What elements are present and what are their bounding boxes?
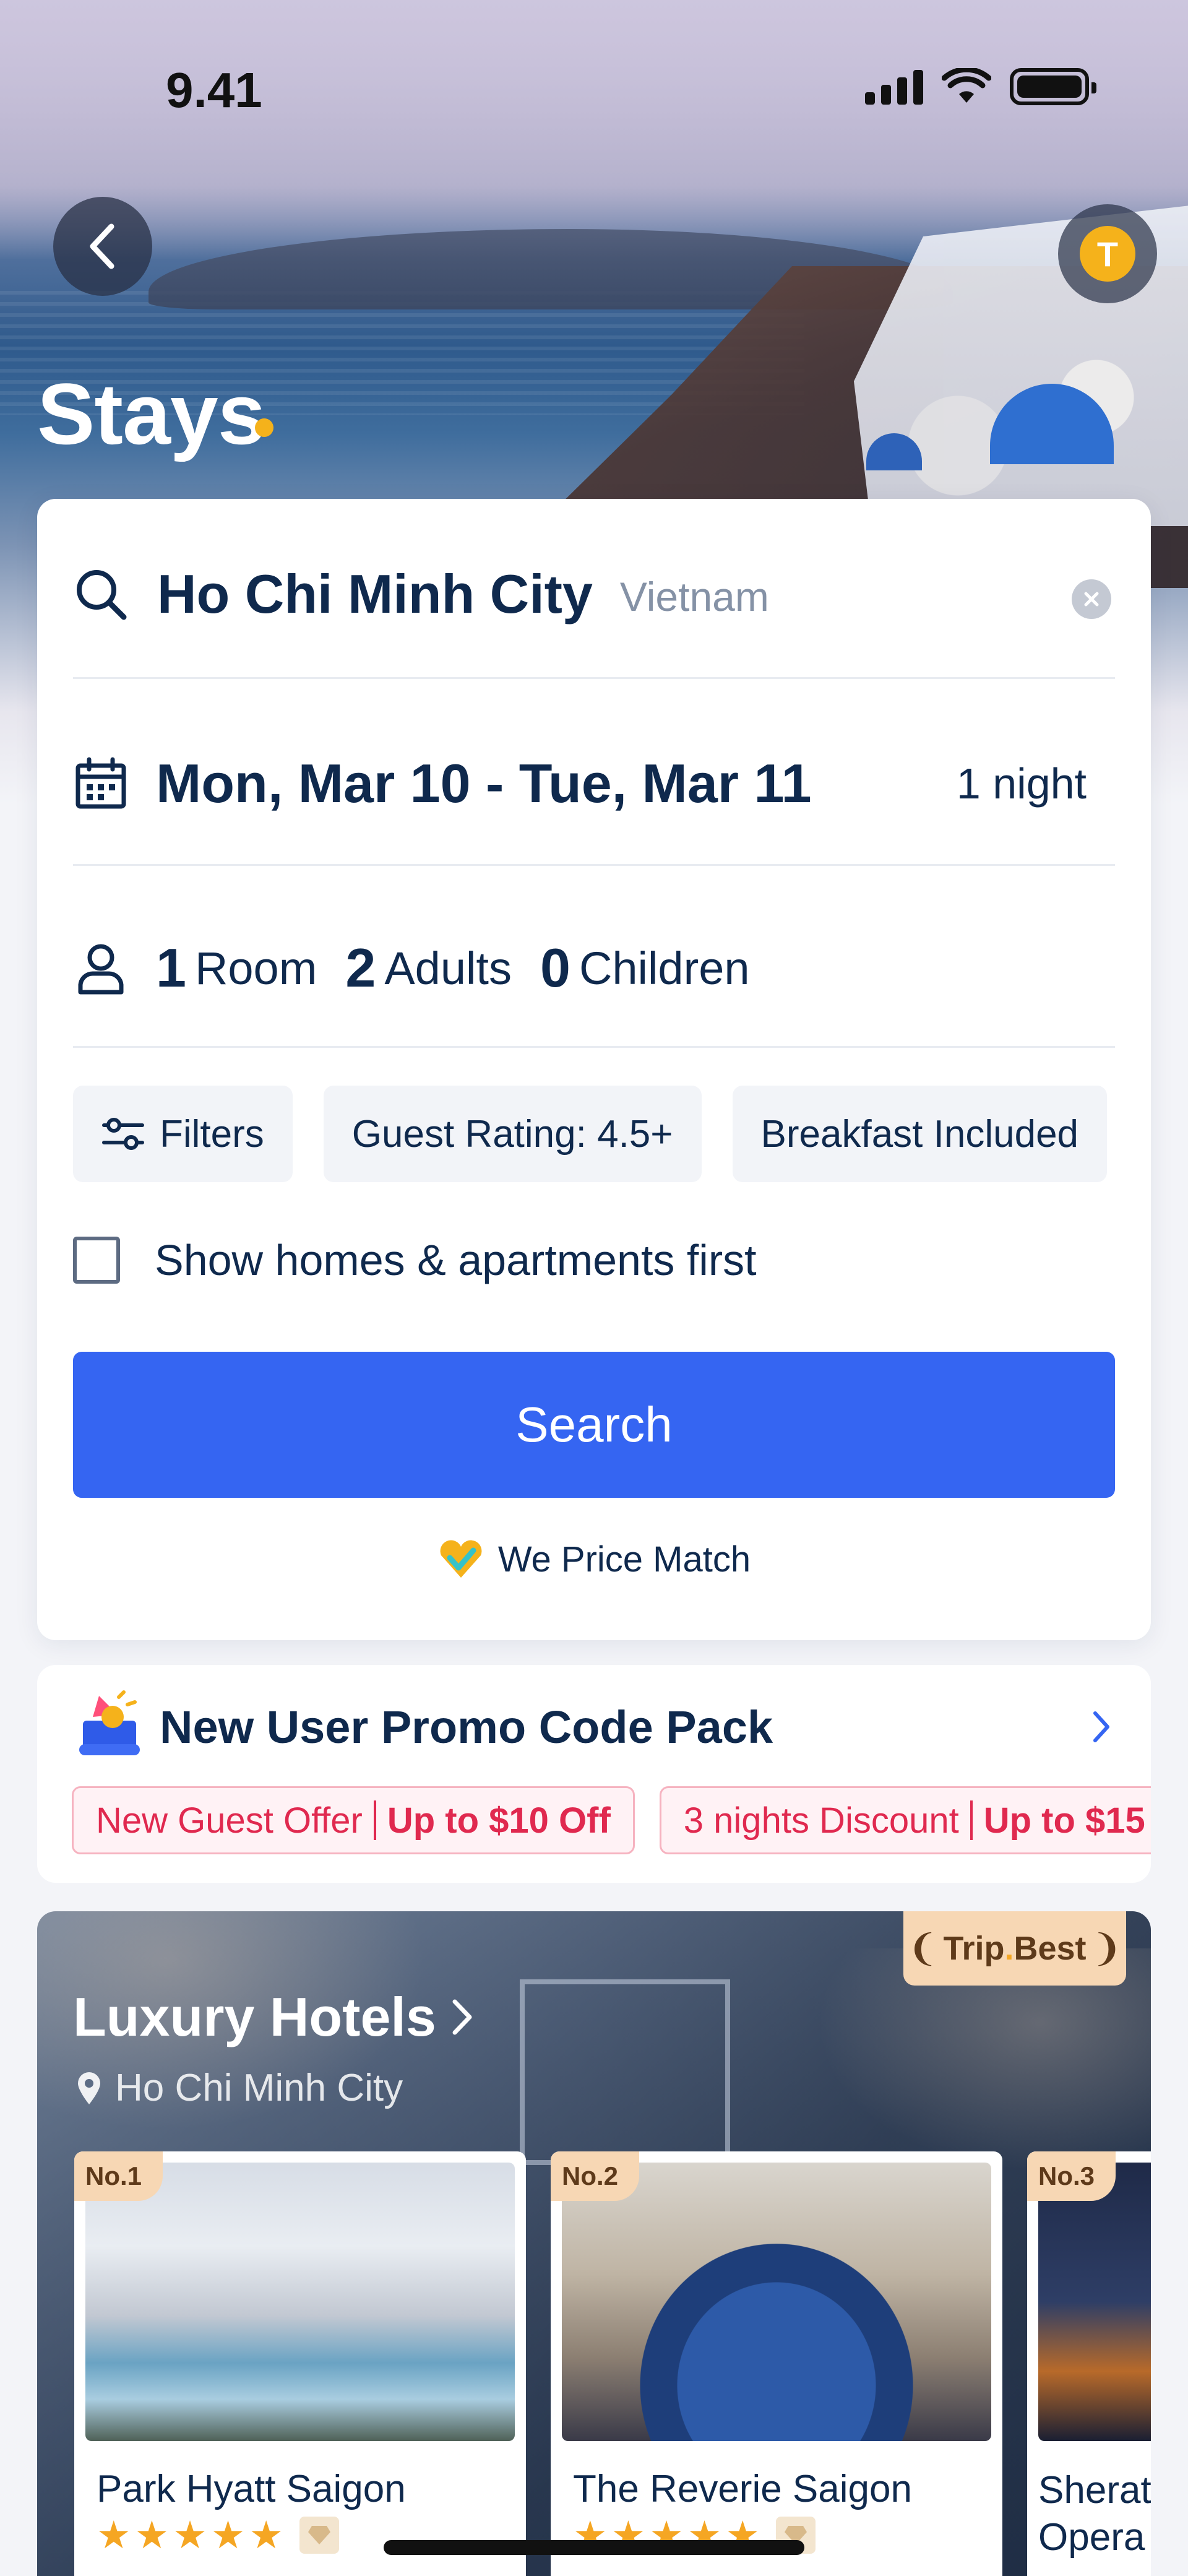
- chip-label: Guest Rating: 4.5+: [351, 1112, 673, 1156]
- hotel-name: The Reverie Saigon: [573, 2468, 912, 2510]
- date-range: Mon, Mar 10 - Tue, Mar 11: [156, 753, 812, 814]
- price-match-label: We Price Match: [497, 1539, 751, 1580]
- status-icons: [865, 68, 1096, 105]
- destination-country: Vietnam: [619, 574, 769, 620]
- laurel-icon: ❩: [1091, 1927, 1122, 1969]
- nights-count: 1 night: [956, 759, 1087, 808]
- luxury-hotels-section: ❨ Trip . Best ❩ Luxury Hotels Ho Chi Min…: [37, 1911, 1151, 2576]
- star-icon: ★: [249, 2514, 283, 2557]
- homes-first-toggle[interactable]: Show homes & apartments first: [73, 1229, 1115, 1291]
- coupon-new-guest[interactable]: New Guest Offer Up to $10 Off: [72, 1786, 635, 1854]
- avatar: T: [1080, 226, 1135, 282]
- filter-chips: Filters Guest Rating: 4.5+ Breakfast Inc…: [73, 1086, 1108, 1182]
- coupon-3-nights[interactable]: 3 nights Discount Up to $15: [659, 1786, 1151, 1854]
- hotel-name: Sherat Opera: [1038, 2467, 1151, 2561]
- close-icon: [1084, 592, 1099, 607]
- title-dot: [255, 418, 273, 437]
- price-match-link[interactable]: We Price Match: [37, 1539, 1151, 1580]
- children-label: Children: [579, 942, 750, 994]
- badge-dot: .: [1004, 1930, 1014, 1967]
- hotel-photo: [562, 2163, 991, 2441]
- date-field[interactable]: Mon, Mar 10 - Tue, Mar 11 1 night: [73, 740, 1115, 827]
- promo-title: New User Promo Code Pack: [160, 1701, 773, 1753]
- divider: [73, 1046, 1115, 1048]
- user-avatar-button[interactable]: T: [1058, 204, 1157, 303]
- coupon-list: New Guest Offer Up to $10 Off 3 nights D…: [72, 1786, 1151, 1854]
- calendar-icon: [75, 757, 126, 809]
- wifi-icon: [942, 68, 991, 103]
- home-indicator[interactable]: [384, 2540, 804, 2555]
- battery-icon: [1010, 68, 1096, 105]
- rank-badge: No.1: [74, 2151, 163, 2201]
- adults-count: 2: [345, 937, 376, 998]
- hotel-photo: [85, 2163, 515, 2441]
- star-icon: ★: [134, 2514, 170, 2557]
- hotel-photo: [1038, 2163, 1151, 2441]
- badge-left: Trip: [943, 1930, 1005, 1967]
- filters-button[interactable]: Filters: [73, 1086, 293, 1182]
- section-city: Ho Chi Minh City: [115, 2067, 403, 2109]
- star-icon: ★: [173, 2514, 207, 2557]
- children-count: 0: [540, 937, 570, 998]
- chevron-right-icon[interactable]: [1089, 1708, 1114, 1745]
- breakfast-chip[interactable]: Breakfast Included: [732, 1086, 1108, 1182]
- badge-right: Best: [1014, 1930, 1087, 1967]
- chevron-right-icon: [452, 1999, 472, 2035]
- back-button[interactable]: [53, 197, 152, 296]
- person-icon: [78, 944, 124, 995]
- guest-rating-chip[interactable]: Guest Rating: 4.5+: [323, 1086, 702, 1182]
- coupon-label: New Guest Offer: [96, 1800, 363, 1841]
- background-pavilion: [520, 1979, 730, 2165]
- search-icon: [77, 570, 127, 620]
- search-button[interactable]: Search: [73, 1352, 1115, 1498]
- homes-first-checkbox[interactable]: [73, 1237, 120, 1284]
- promo-card[interactable]: New User Promo Code Pack New Guest Offer…: [37, 1665, 1151, 1883]
- destination-field[interactable]: Ho Chi Minh City Vietnam: [73, 552, 1115, 636]
- hotel-stars: ★ ★ ★ ★ ★: [97, 2517, 339, 2555]
- adults-label: Adults: [384, 942, 512, 994]
- coupon-value: Up to $10 Off: [387, 1800, 611, 1841]
- rooms-label: Room: [194, 942, 317, 994]
- chip-label: Filters: [160, 1112, 264, 1156]
- section-location: Ho Chi Minh City: [75, 2066, 403, 2110]
- chip-label: Breakfast Included: [760, 1112, 1079, 1156]
- divider: [73, 677, 1115, 679]
- hotel-card[interactable]: No.2 The Reverie Saigon ★ ★ ★ ★ ★: [551, 2151, 1002, 2576]
- diamond-icon: [299, 2517, 339, 2554]
- hotel-name-line: Opera: [1038, 2516, 1145, 2559]
- destination-city: Ho Chi Minh City: [157, 563, 593, 625]
- divider: [73, 864, 1115, 866]
- gift-hat-icon: [79, 1690, 140, 1755]
- hotel-name: Park Hyatt Saigon: [97, 2468, 406, 2510]
- coupon-divider: [970, 1800, 973, 1840]
- luxury-hotels-link[interactable]: Luxury Hotels: [73, 1986, 477, 2049]
- guests-field[interactable]: 1 Room 2 Adults 0 Children: [73, 925, 1115, 1011]
- hotel-carousel: No.1 Park Hyatt Saigon ★ ★ ★ ★ ★ No.2 Th…: [74, 2151, 1151, 2576]
- sliders-icon: [101, 1115, 145, 1152]
- price-match-icon: [437, 1539, 484, 1580]
- promo-header: New User Promo Code Pack: [74, 1690, 1114, 1764]
- status-time: 9.41: [166, 63, 262, 118]
- search-card: Ho Chi Minh City Vietnam Mon, Mar 10 - T…: [37, 499, 1151, 1640]
- section-title: Luxury Hotels: [73, 1986, 436, 2047]
- star-icon: ★: [97, 2514, 131, 2557]
- laurel-icon: ❨: [907, 1927, 939, 1969]
- trip-best-badge: ❨ Trip . Best ❩: [903, 1911, 1126, 1986]
- coupon-value: Up to $15: [983, 1800, 1145, 1841]
- page-title: Stays: [37, 365, 266, 462]
- hotel-card[interactable]: No.1 Park Hyatt Saigon ★ ★ ★ ★ ★: [74, 2151, 526, 2576]
- rank-badge: No.2: [551, 2151, 640, 2201]
- hotel-card[interactable]: No.3 Sherat Opera: [1027, 2151, 1151, 2576]
- rooms-count: 1: [156, 937, 186, 998]
- hotel-name-line: Sherat: [1038, 2469, 1151, 2512]
- rank-badge: No.3: [1027, 2151, 1116, 2201]
- clear-destination-button[interactable]: [1072, 579, 1111, 619]
- chevron-left-icon: [90, 223, 114, 269]
- coupon-label: 3 nights Discount: [683, 1800, 959, 1841]
- location-pin-icon: [75, 2071, 103, 2106]
- coupon-divider: [373, 1800, 376, 1840]
- signal-icon: [865, 69, 923, 105]
- homes-first-label: Show homes & apartments first: [155, 1236, 757, 1284]
- star-icon: ★: [210, 2514, 246, 2557]
